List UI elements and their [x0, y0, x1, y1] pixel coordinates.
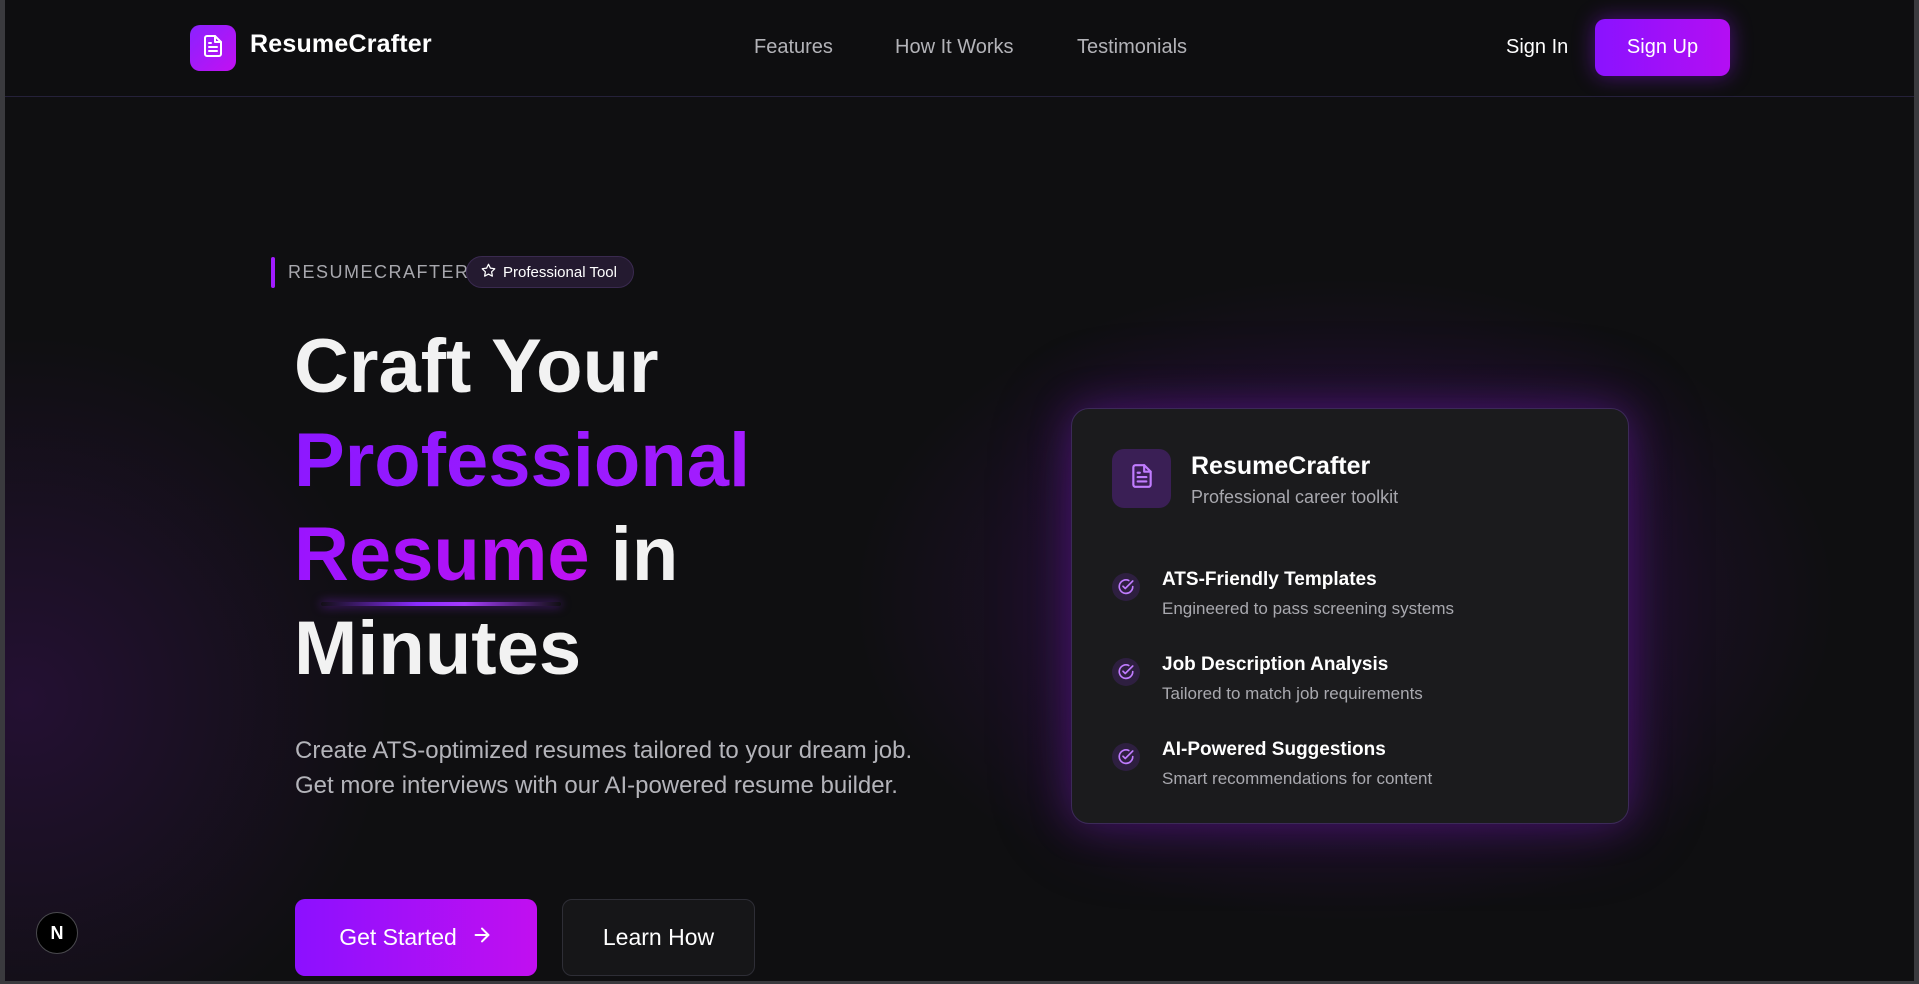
feature-title: ATS-Friendly Templates [1162, 569, 1377, 590]
hero-subtext: Create ATS-optimized resumes tailored to… [295, 737, 913, 799]
logo[interactable] [190, 25, 236, 71]
card-logo [1112, 449, 1171, 508]
headline-line-3: Resume in [294, 508, 750, 602]
feature-description: Smart recommendations for content [1162, 769, 1433, 788]
headline-line-4: Minutes [294, 606, 582, 691]
feature-description: Engineered to pass screening systems [1162, 599, 1454, 618]
badge-label: Professional Tool [503, 263, 617, 281]
feature-item: ATS-Friendly Templates Engineered to pas… [1112, 561, 1582, 621]
hero-headline: Craft Your Professional Resume in Minute… [294, 320, 750, 696]
top-nav: ResumeCrafter Features How It Works Test… [5, 0, 1914, 97]
app-window: ResumeCrafter Features How It Works Test… [0, 0, 1919, 984]
headline-line-2: Professional [294, 414, 750, 508]
feature-item: Job Description Analysis Tailored to mat… [1112, 646, 1582, 706]
feature-card: ResumeCrafter Professional career toolki… [1071, 408, 1629, 824]
headline-underline [321, 602, 561, 606]
headline-line-3-rest: in [589, 512, 679, 597]
nav-link-testimonials[interactable]: Testimonials [1077, 36, 1187, 59]
check-circle-icon [1112, 573, 1140, 601]
learn-how-button[interactable]: Learn How [562, 899, 755, 976]
card-subtitle: Professional career toolkit [1191, 487, 1399, 507]
headline-accent-word: Resume [294, 512, 590, 597]
nextjs-dev-badge[interactable]: N [36, 912, 78, 954]
sign-up-button[interactable]: Sign Up [1595, 19, 1730, 76]
eyebrow-accent-bar [271, 257, 275, 288]
card-title: ResumeCrafter [1191, 452, 1371, 480]
professional-tool-badge: Professional Tool [466, 256, 634, 288]
check-circle-icon [1112, 743, 1140, 771]
get-started-button[interactable]: Get Started [295, 899, 537, 976]
feature-description: Tailored to match job requirements [1162, 684, 1423, 703]
feature-title: Job Description Analysis [1162, 654, 1389, 675]
headline-line-1: Craft Your [294, 324, 659, 409]
document-icon [1129, 463, 1155, 494]
nav-link-features[interactable]: Features [754, 36, 833, 59]
get-started-label: Get Started [339, 924, 457, 950]
eyebrow-label: RESUMECRAFTER [288, 262, 470, 282]
feature-title: AI-Powered Suggestions [1162, 739, 1386, 760]
check-circle-icon [1112, 658, 1140, 686]
arrow-right-icon [471, 924, 493, 952]
star-icon [481, 263, 496, 282]
feature-item: AI-Powered Suggestions Smart recommendat… [1112, 731, 1582, 791]
nav-link-how-it-works[interactable]: How It Works [895, 36, 1014, 59]
brand-name[interactable]: ResumeCrafter [250, 30, 432, 59]
document-icon [201, 34, 225, 63]
sign-in-link[interactable]: Sign In [1506, 36, 1568, 59]
